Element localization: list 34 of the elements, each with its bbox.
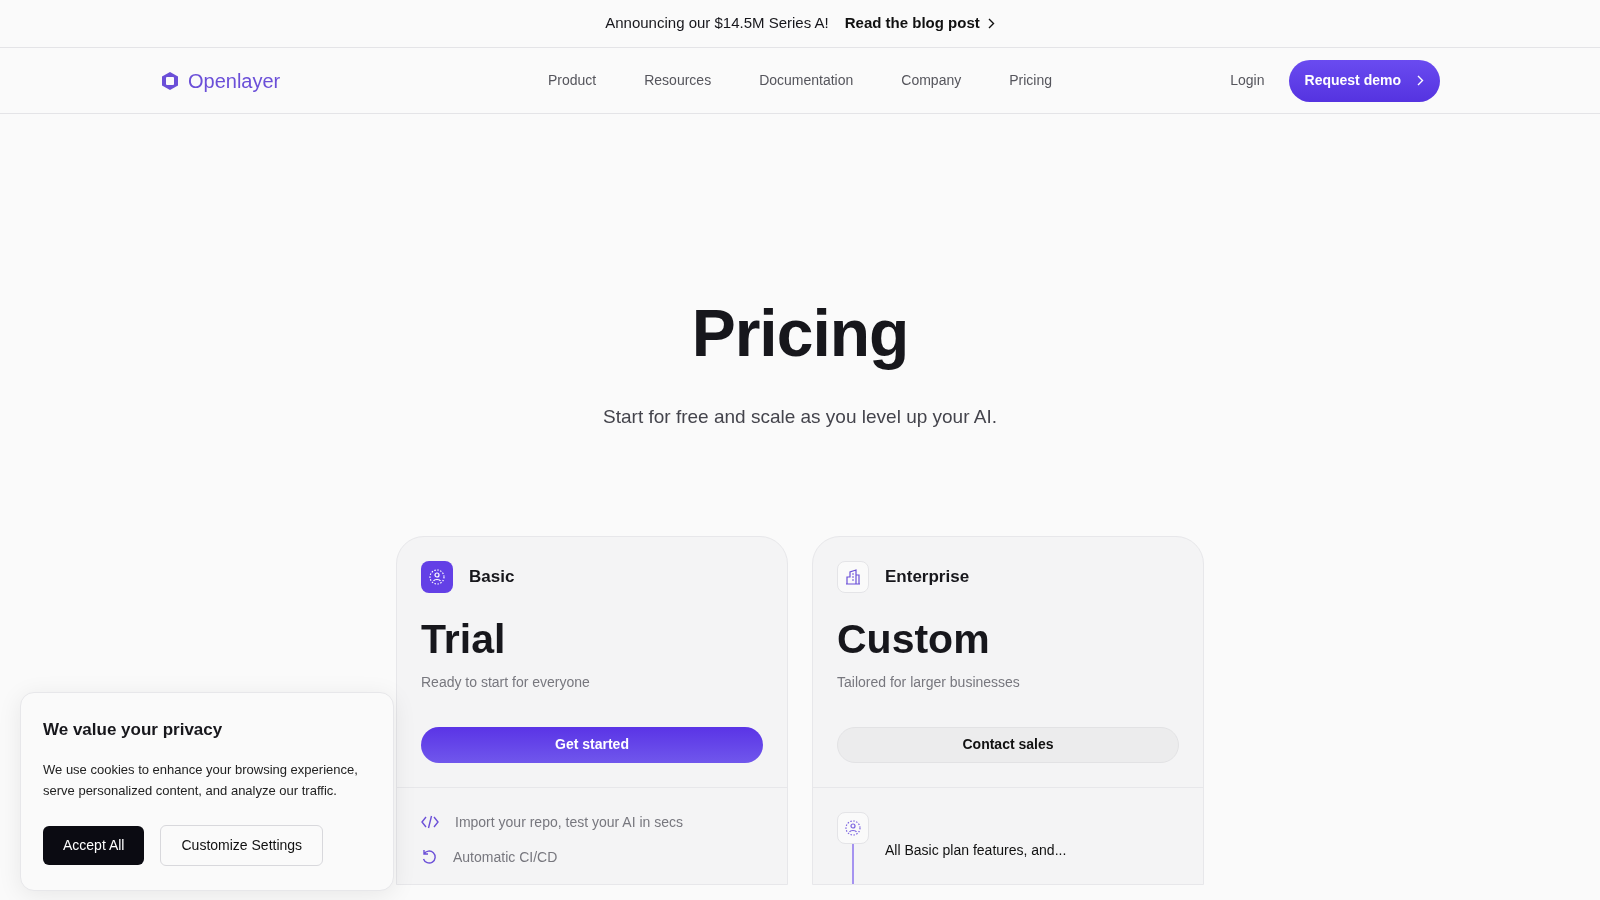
building-icon [845,568,861,585]
logo[interactable]: Openlayer [160,65,440,96]
login-link[interactable]: Login [1230,70,1265,91]
nav-link[interactable]: Company [901,70,962,91]
person-icon [429,568,445,585]
chevron-right-icon [1417,75,1424,86]
feature-text: Import your repo, test your AI in secs [455,812,683,832]
plan-description: Tailored for larger businesses [837,672,1021,692]
plan-name: Basic [469,565,515,588]
feature-text: Automatic CI/CD [453,847,558,867]
accept-all-button[interactable]: Accept All [43,825,145,865]
get-started-button[interactable]: Get started [421,726,763,763]
feature-text: All Basic plan features, and... [885,841,1067,861]
cookie-text: We use cookies to enhance your browsing experience, serve personalized content, and analyze our traffic. [43,760,359,800]
chevron-right-icon [987,18,995,29]
plan-price: Trial [421,614,507,664]
plan-name: Enterprise [885,565,970,588]
person-icon [845,819,861,836]
page-subtitle: Start for free and scale as you level up your AI. [602,405,998,430]
customize-settings-button[interactable]: Customize Settings [160,824,324,866]
plan-price: Custom [837,614,991,664]
announcement-text: Announcing our $14.5M Series A! [605,13,829,34]
plan-description: Ready to start for everyone [421,672,591,692]
page-title: Pricing [690,295,910,372]
cookie-title: We value your privacy [43,719,224,741]
blog-post-link[interactable]: Read the blog post [844,12,995,35]
request-demo-button[interactable]: Request demo [1288,59,1440,102]
nav-link[interactable]: Resources [644,70,712,91]
refresh-icon [421,849,437,866]
nav-link[interactable]: Product [547,70,597,91]
nav-link[interactable]: Documentation [759,70,854,91]
code-icon [421,815,439,830]
nav-link[interactable]: Pricing [1009,70,1053,91]
contact-sales-button[interactable]: Contact sales [837,726,1179,763]
